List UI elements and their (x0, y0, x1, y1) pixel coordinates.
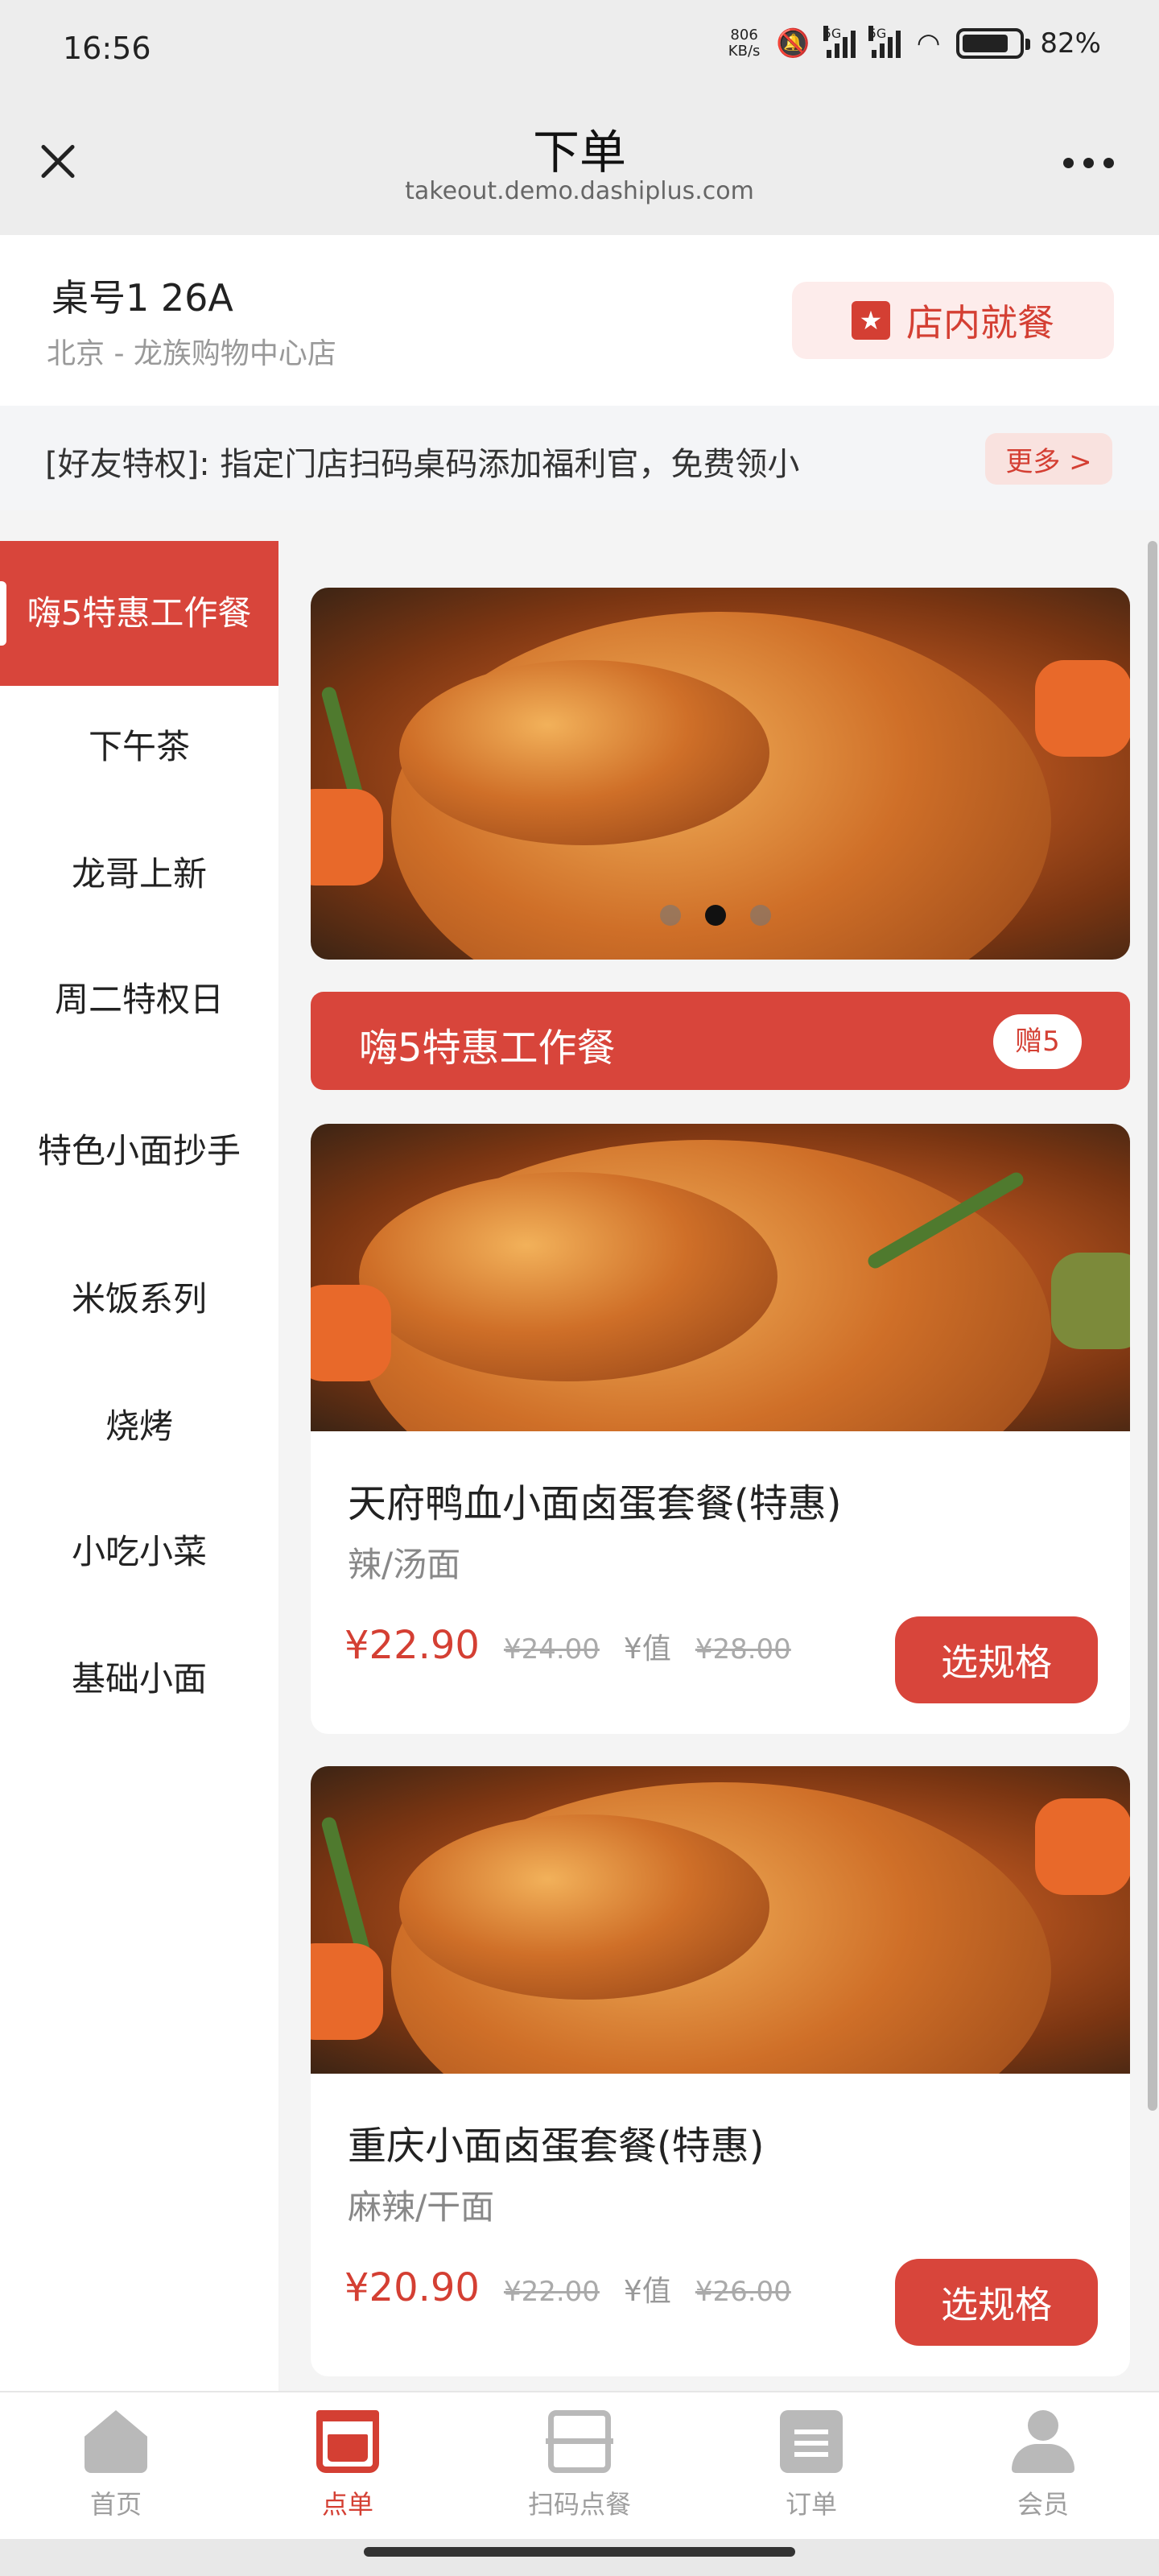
signal-icon: 5G (823, 26, 856, 58)
notice-more-button[interactable]: 更多 > (985, 433, 1112, 485)
dish-name: 重庆小面卤蛋套餐(特惠) (348, 2124, 765, 2169)
home-indicator (0, 2539, 1159, 2576)
category-item[interactable]: 特色小面抄手 (0, 1079, 278, 1224)
value-label: ¥值 (623, 1633, 671, 1666)
price-row: ¥20.90 ¥22.00 ¥值 ¥26.00 (344, 2265, 791, 2310)
page-title: 下单 (532, 125, 626, 180)
more-options-icon[interactable] (1063, 158, 1114, 168)
category-item[interactable]: 周二特权日 (0, 952, 278, 1048)
carousel-dot[interactable] (660, 905, 681, 926)
tab-label: 扫码点餐 (527, 2489, 631, 2520)
promo-banner[interactable] (311, 588, 1130, 960)
signal-icon: 5G (868, 26, 901, 58)
category-item[interactable]: 嗨5特惠工作餐 (0, 541, 278, 686)
carousel-indicator (660, 905, 771, 926)
dine-in-label: 店内就餐 (906, 301, 1054, 345)
dish-image (311, 1766, 1130, 2074)
status-icons: 806 KB/s 🔕 5G 5G ◠ 82% (728, 26, 1101, 60)
value-label: ¥值 (623, 2275, 671, 2308)
store-name: 北京 - 龙族购物中心店 (47, 337, 336, 370)
tab-member[interactable]: 会员 (927, 2392, 1159, 2539)
signal-1-label: 5G (823, 26, 842, 41)
cup-icon (316, 2410, 379, 2473)
scan-icon (546, 2410, 613, 2473)
top-header: 16:56 806 KB/s 🔕 5G 5G ◠ 82% 下单 takeout.… (0, 0, 1159, 235)
dish-price: ¥22.90 (344, 1623, 480, 1668)
section-badge: 赠5 (993, 1014, 1082, 1069)
value-price: ¥28.00 (695, 1633, 791, 1666)
clipboard-icon (780, 2410, 843, 2473)
mute-icon: 🔕 (776, 27, 810, 60)
battery-icon (956, 28, 1031, 59)
tab-label: 订单 (785, 2489, 837, 2520)
original-price: ¥24.00 (503, 1633, 600, 1666)
wifi-icon: ◠ (916, 27, 941, 60)
price-row: ¥22.90 ¥24.00 ¥值 ¥28.00 (344, 1623, 791, 1668)
tab-label: 首页 (89, 2489, 142, 2520)
battery-percent: 82% (1040, 27, 1101, 60)
section-title: 嗨5特惠工作餐 (359, 1026, 616, 1071)
page-url: takeout.demo.dashiplus.com (405, 177, 754, 205)
tab-order[interactable]: 点单 (232, 2392, 464, 2539)
net-speed-value: 806 (730, 27, 758, 43)
carousel-dot[interactable] (750, 905, 771, 926)
scrollbar[interactable] (1148, 541, 1157, 2111)
original-price: ¥22.00 (503, 2276, 600, 2308)
dish-tags: 麻辣/干面 (348, 2187, 495, 2227)
net-speed: 806 KB/s (728, 27, 761, 60)
dish-image (311, 1124, 1130, 1431)
category-item[interactable]: 小吃小菜 (0, 1504, 278, 1600)
signal-2-label: 5G (868, 26, 887, 41)
tab-label: 点单 (321, 2489, 373, 2520)
dish-tags: 辣/汤面 (348, 1545, 461, 1584)
notice-text: [好友特权]: 指定门店扫码桌码添加福利官，免费领小 (45, 446, 800, 483)
value-price: ¥26.00 (695, 2276, 791, 2308)
select-spec-button[interactable]: 选规格 (895, 1616, 1098, 1703)
select-spec-button[interactable]: 选规格 (895, 2259, 1098, 2346)
section-header: 嗨5特惠工作餐 赠5 (311, 992, 1130, 1090)
tab-orders[interactable]: 订单 (695, 2392, 927, 2539)
carousel-dot-active[interactable] (705, 905, 726, 926)
dish-price: ¥20.90 (344, 2265, 480, 2310)
category-item[interactable]: 基础小面 (0, 1631, 278, 1728)
user-icon (1012, 2410, 1074, 2473)
category-item[interactable]: 下午茶 (0, 699, 278, 795)
category-item[interactable]: 米饭系列 (0, 1251, 278, 1348)
net-speed-unit: KB/s (728, 43, 761, 60)
home-icon (85, 2410, 147, 2473)
table-info: 桌号1 26A 北京 - 龙族购物中心店 ★ 店内就餐 (0, 235, 1159, 406)
category-item[interactable]: 烧烤 (0, 1378, 278, 1475)
tab-home[interactable]: 首页 (0, 2392, 232, 2539)
table-number: 桌号1 26A (52, 276, 233, 320)
dish-name: 天府鸭血小面卤蛋套餐(特惠) (348, 1481, 842, 1526)
notice-bar: [好友特权]: 指定门店扫码桌码添加福利官，免费领小 更多 > (0, 406, 1159, 510)
dish-card[interactable]: 重庆小面卤蛋套餐(特惠) 麻辣/干面 ¥20.90 ¥22.00 ¥值 ¥26.… (311, 1766, 1130, 2376)
category-sidebar: 嗨5特惠工作餐 下午茶 龙哥上新 周二特权日 特色小面抄手 米饭系列 烧烤 小吃… (0, 541, 278, 2391)
dish-card[interactable]: 天府鸭血小面卤蛋套餐(特惠) 辣/汤面 ¥22.90 ¥24.00 ¥值 ¥28… (311, 1124, 1130, 1734)
category-item[interactable]: 龙哥上新 (0, 826, 278, 923)
tab-label: 会员 (1017, 2489, 1069, 2520)
dine-in-button[interactable]: ★ 店内就餐 (792, 282, 1114, 359)
bottom-tab-bar: 首页 点单 扫码点餐 订单 会员 (0, 2391, 1159, 2539)
status-time: 16:56 (63, 31, 151, 66)
tab-scan[interactable]: 扫码点餐 (464, 2392, 695, 2539)
star-icon: ★ (852, 301, 890, 340)
